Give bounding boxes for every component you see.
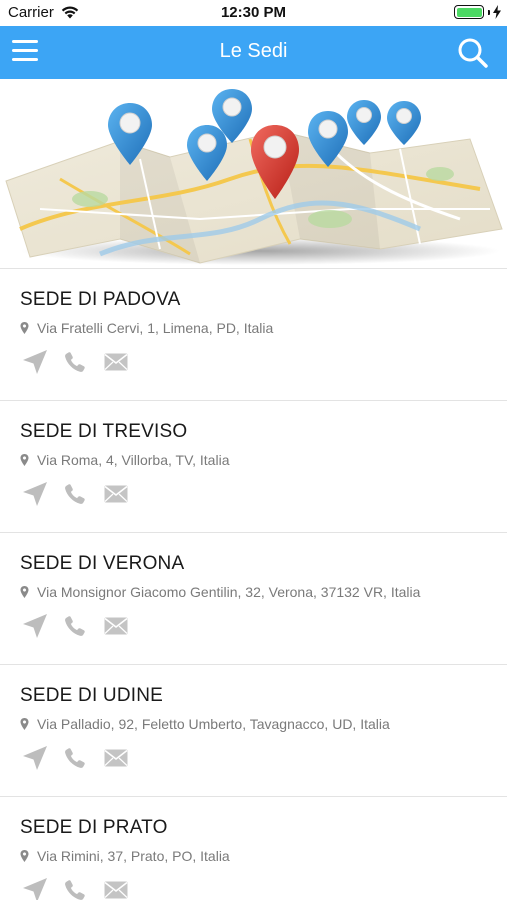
location-name: SEDE DI TREVISO — [20, 421, 188, 442]
location-address: Via Roma, 4, Villorba, TV, Italia — [37, 452, 230, 468]
page-title: Le Sedi — [219, 40, 288, 62]
email-button[interactable] — [104, 749, 128, 767]
location-pin-icon — [20, 454, 29, 466]
navigate-button[interactable] — [22, 745, 48, 771]
location-name: SEDE DI PRATO — [20, 817, 168, 838]
call-button[interactable] — [64, 351, 86, 373]
navigation-arrow-icon — [23, 482, 47, 506]
email-button[interactable] — [104, 485, 128, 503]
address-row: Via Rimini, 37, Prato, PO, Italia — [20, 848, 230, 864]
location-address: Via Rimini, 37, Prato, PO, Italia — [37, 848, 230, 864]
navigation-arrow-icon — [23, 878, 47, 900]
mail-icon — [104, 485, 128, 503]
location-pin-icon — [20, 586, 29, 598]
charging-bolt-icon — [493, 5, 501, 19]
navigation-arrow-icon — [23, 614, 47, 638]
location-name: SEDE DI PADOVA — [20, 289, 181, 310]
address-row: Via Monsignor Giacomo Gentilin, 32, Vero… — [20, 584, 420, 600]
mail-icon — [104, 617, 128, 635]
location-pin-icon — [20, 322, 29, 334]
action-row — [22, 613, 128, 639]
list-item[interactable]: SEDE DI TREVISO Via Roma, 4, Villorba, T… — [0, 400, 507, 532]
list-item[interactable]: SEDE DI VERONA Via Monsignor Giacomo Gen… — [0, 532, 507, 664]
list-item[interactable]: SEDE DI PRATO Via Rimini, 37, Prato, PO,… — [0, 796, 507, 900]
navigate-button[interactable] — [22, 613, 48, 639]
location-name: SEDE DI UDINE — [20, 685, 164, 706]
navigation-arrow-icon — [23, 746, 47, 770]
location-name: SEDE DI VERONA — [20, 553, 185, 574]
battery-tip — [488, 9, 490, 15]
nav-bar: Le Sedi — [0, 26, 507, 79]
status-bar: Carrier 12:30 PM — [0, 0, 507, 26]
location-address: Via Fratelli Cervi, 1, Limena, PD, Itali… — [37, 320, 274, 336]
navigation-arrow-icon — [23, 350, 47, 374]
phone-icon — [65, 484, 85, 504]
phone-icon — [65, 880, 85, 900]
search-button[interactable] — [457, 37, 489, 69]
location-address: Via Palladio, 92, Feletto Umberto, Tavag… — [37, 716, 390, 732]
call-button[interactable] — [64, 483, 86, 505]
email-button[interactable] — [104, 881, 128, 899]
action-row — [22, 481, 128, 507]
phone-icon — [65, 748, 85, 768]
hero-map-image — [0, 79, 507, 268]
email-button[interactable] — [104, 353, 128, 371]
call-button[interactable] — [64, 615, 86, 637]
status-right — [454, 5, 501, 19]
location-address: Via Monsignor Giacomo Gentilin, 32, Vero… — [37, 584, 421, 600]
action-row — [22, 349, 128, 375]
list-item[interactable]: SEDE DI PADOVA Via Fratelli Cervi, 1, Li… — [0, 268, 507, 400]
action-row — [22, 877, 128, 900]
address-row: Via Roma, 4, Villorba, TV, Italia — [20, 452, 229, 468]
search-icon — [458, 38, 488, 68]
locations-list: SEDE DI PADOVA Via Fratelli Cervi, 1, Li… — [0, 268, 507, 900]
phone-icon — [65, 352, 85, 372]
address-row: Via Fratelli Cervi, 1, Limena, PD, Itali… — [20, 320, 273, 336]
mail-icon — [104, 353, 128, 371]
location-pin-icon — [20, 718, 29, 730]
battery-icon — [454, 5, 484, 19]
mail-icon — [104, 881, 128, 899]
list-item[interactable]: SEDE DI UDINE Via Palladio, 92, Feletto … — [0, 664, 507, 796]
navigate-button[interactable] — [22, 877, 48, 900]
navigate-button[interactable] — [22, 481, 48, 507]
status-time: 12:30 PM — [220, 4, 287, 21]
location-pin-icon — [20, 850, 29, 862]
call-button[interactable] — [64, 879, 86, 900]
email-button[interactable] — [104, 617, 128, 635]
address-row: Via Palladio, 92, Feletto Umberto, Tavag… — [20, 716, 390, 732]
map-illustration — [5, 89, 503, 265]
phone-icon — [65, 616, 85, 636]
action-row — [22, 745, 128, 771]
navigate-button[interactable] — [22, 349, 48, 375]
call-button[interactable] — [64, 747, 86, 769]
mail-icon — [104, 749, 128, 767]
